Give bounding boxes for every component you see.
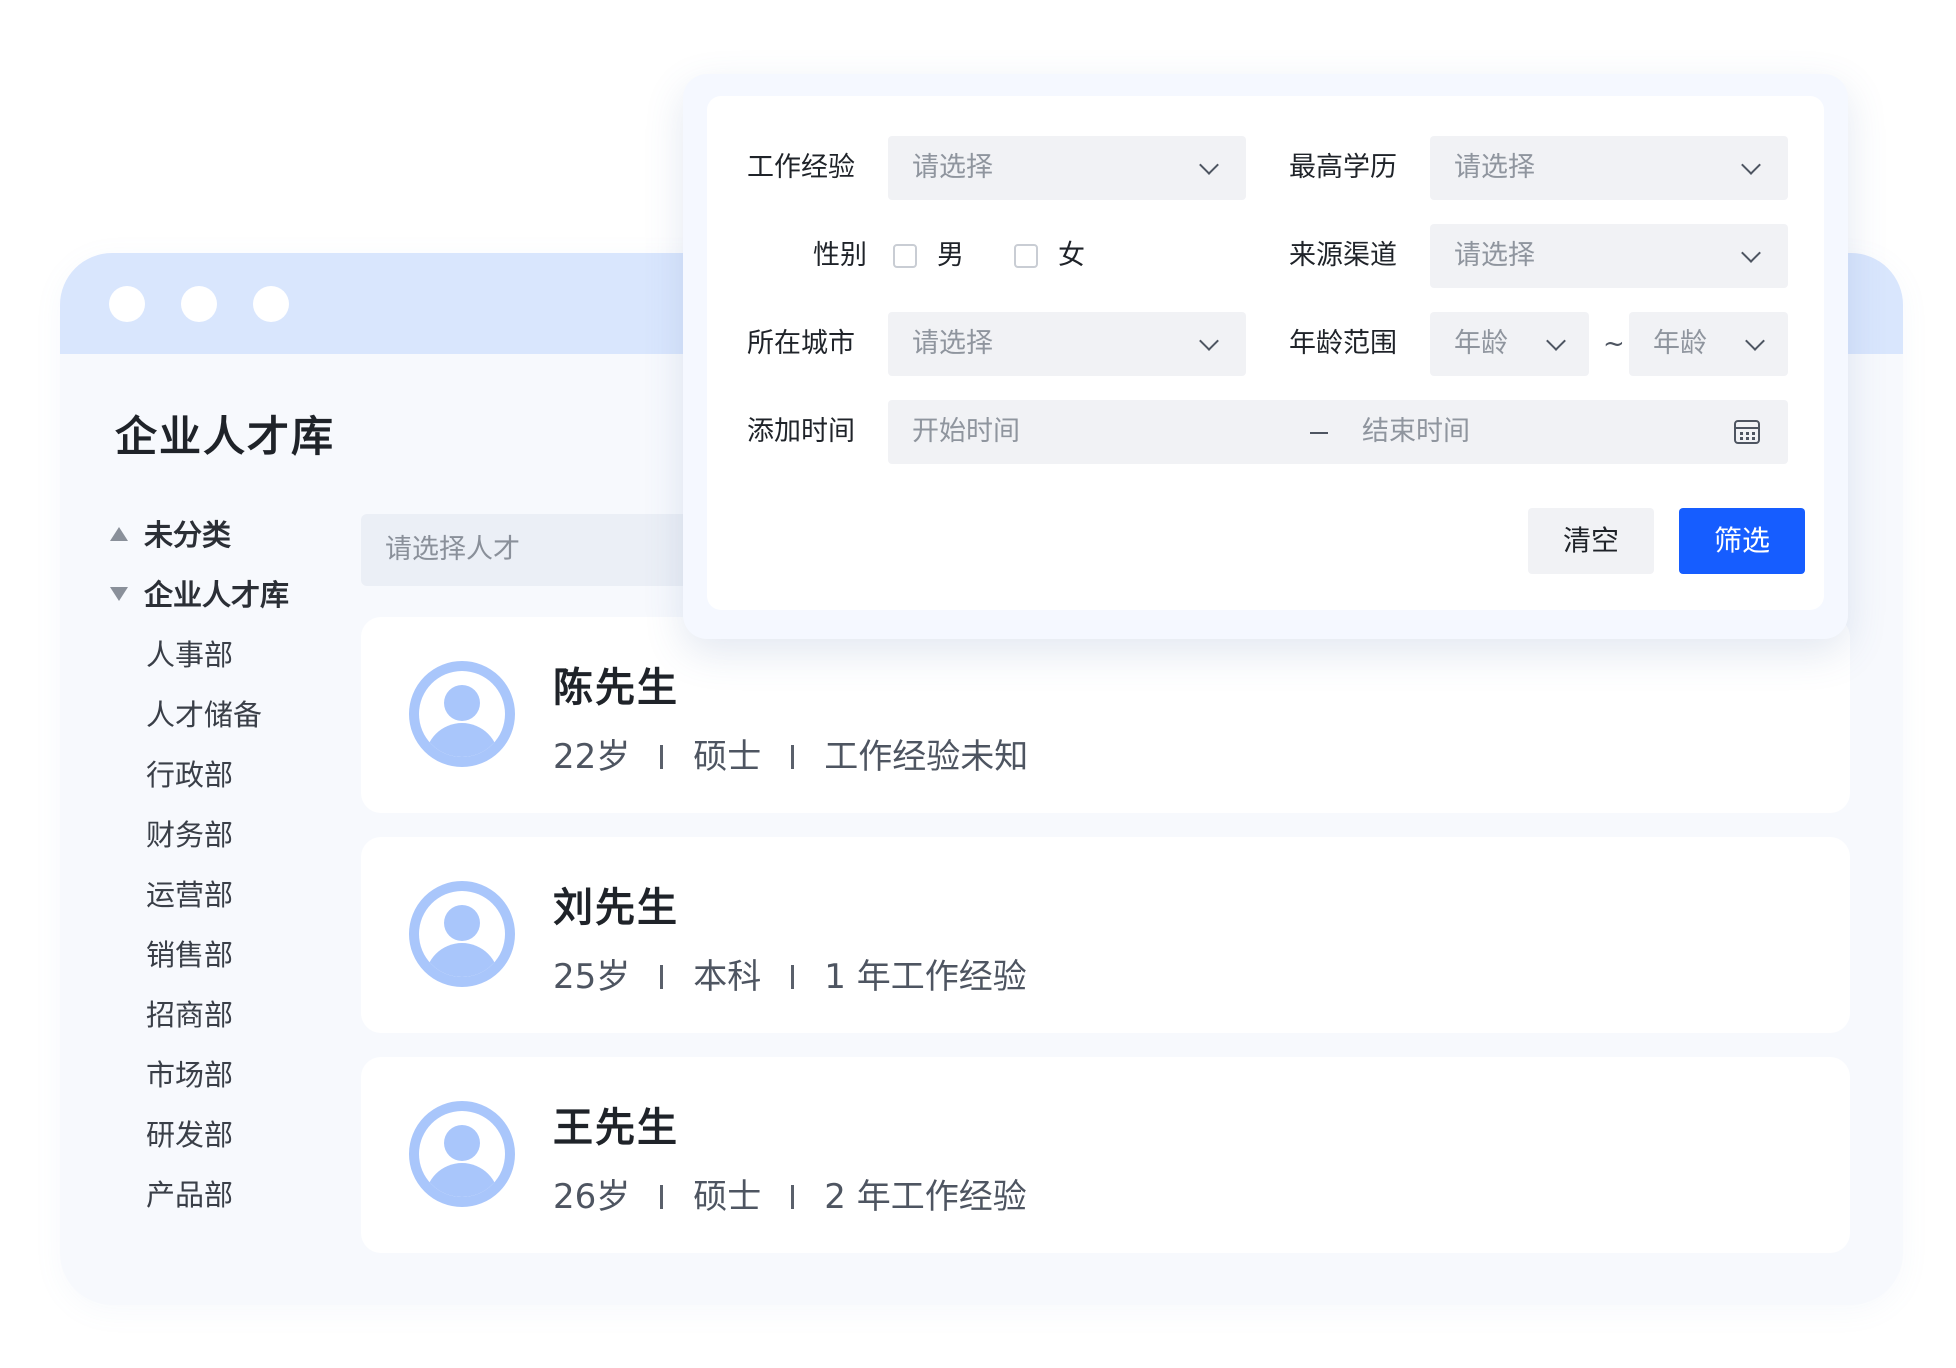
candidate-experience: 1 年工作经验 [824, 957, 1027, 997]
candidate-age: 25岁 [553, 957, 631, 997]
end-time-placeholder[interactable]: 结束时间 [1362, 400, 1470, 464]
work-experience-label: 工作经验 [747, 152, 855, 183]
city-placeholder: 请选择 [912, 328, 993, 359]
candidate-age: 26岁 [553, 1177, 631, 1217]
education-label: 最高学历 [1289, 152, 1397, 183]
add-time-label: 添加时间 [747, 416, 855, 447]
candidate-card[interactable]: 刘先生 25岁 本科 1 年工作经验 [361, 837, 1850, 1033]
meta-separator [660, 1184, 664, 1209]
calendar-icon[interactable] [1734, 420, 1760, 444]
age-max-placeholder: 年龄 [1653, 328, 1707, 359]
candidate-education: 硕士 [693, 1177, 762, 1217]
source-select[interactable]: 请选择 [1430, 224, 1788, 288]
age-range-separator: ~ [1603, 329, 1625, 359]
candidate-name: 陈先生 [553, 665, 679, 711]
sidebar-item-sales[interactable]: 销售部 [146, 933, 233, 977]
candidate-meta: 26岁 硕士 2 年工作经验 [553, 1169, 1027, 1218]
date-range-dash [1310, 432, 1328, 434]
candidate-card[interactable]: 王先生 26岁 硕士 2 年工作经验 [361, 1057, 1850, 1253]
age-range-label: 年龄范围 [1289, 328, 1397, 359]
gender-female-label[interactable]: 女 [1058, 224, 1085, 288]
gender-male-checkbox[interactable] [893, 244, 917, 268]
education-placeholder: 请选择 [1454, 152, 1535, 183]
filter-submit-button[interactable]: 筛选 [1679, 508, 1805, 574]
sidebar-group-talent-pool[interactable]: 企业人才库 [110, 573, 289, 617]
user-avatar-icon [409, 881, 515, 987]
sidebar-group-label: 企业人才库 [144, 578, 290, 612]
filter-popover: 工作经验 请选择 最高学历 请选择 性别 男 女 来源渠道 请选择 所在城市 请… [707, 96, 1824, 610]
meta-separator [791, 744, 795, 769]
sidebar-item-operations[interactable]: 运营部 [146, 873, 233, 917]
gender-male-label[interactable]: 男 [937, 224, 964, 288]
sidebar-item-rnd[interactable]: 研发部 [146, 1113, 233, 1157]
city-label: 所在城市 [747, 328, 855, 359]
user-avatar-icon [409, 1101, 515, 1207]
work-experience-select[interactable]: 请选择 [888, 136, 1246, 200]
page-title: 企业人才库 [115, 412, 336, 461]
sidebar-item-product[interactable]: 产品部 [146, 1173, 233, 1217]
meta-separator [791, 964, 795, 989]
sidebar-group-uncategorized[interactable]: 未分类 [110, 513, 231, 557]
start-time-placeholder[interactable]: 开始时间 [912, 416, 1020, 447]
candidate-name: 刘先生 [553, 885, 679, 931]
candidate-card[interactable]: 陈先生 22岁 硕士 工作经验未知 [361, 617, 1850, 813]
chevron-down-icon [1199, 155, 1219, 175]
source-placeholder: 请选择 [1454, 240, 1535, 271]
candidate-meta: 22岁 硕士 工作经验未知 [553, 729, 1028, 778]
meta-separator [791, 1184, 795, 1209]
sidebar-item-finance[interactable]: 财务部 [146, 813, 233, 857]
window-dot-2[interactable] [181, 286, 217, 322]
chevron-down-icon [1741, 243, 1761, 263]
source-label: 来源渠道 [1289, 240, 1397, 271]
window-dot-3[interactable] [253, 286, 289, 322]
sidebar-item-hr[interactable]: 人事部 [146, 633, 233, 677]
user-avatar-icon [409, 661, 515, 767]
chevron-down-icon [1741, 155, 1761, 175]
caret-down-icon [110, 587, 128, 601]
candidate-age: 22岁 [553, 737, 631, 777]
sidebar-item-admin[interactable]: 行政部 [146, 753, 233, 797]
gender-label: 性别 [813, 240, 867, 271]
gender-female-checkbox[interactable] [1014, 244, 1038, 268]
city-select[interactable]: 请选择 [888, 312, 1246, 376]
age-max-select[interactable]: 年龄 [1629, 312, 1788, 376]
chevron-down-icon [1745, 331, 1765, 351]
education-select[interactable]: 请选择 [1430, 136, 1788, 200]
age-min-select[interactable]: 年龄 [1430, 312, 1589, 376]
clear-button[interactable]: 清空 [1528, 508, 1654, 574]
meta-separator [660, 964, 664, 989]
candidate-education: 硕士 [693, 737, 762, 777]
sidebar-group-label: 未分类 [144, 518, 232, 552]
sidebar-item-marketing[interactable]: 市场部 [146, 1053, 233, 1097]
sidebar-item-investment[interactable]: 招商部 [146, 993, 233, 1037]
candidate-education: 本科 [693, 957, 762, 997]
add-time-range-picker[interactable]: 开始时间 结束时间 [888, 400, 1788, 464]
candidate-name: 王先生 [553, 1105, 679, 1151]
meta-separator [660, 744, 664, 769]
caret-up-icon [110, 527, 128, 541]
window-dot-1[interactable] [109, 286, 145, 322]
chevron-down-icon [1546, 331, 1566, 351]
sidebar-item-reserve[interactable]: 人才储备 [146, 693, 262, 737]
age-min-placeholder: 年龄 [1454, 328, 1508, 359]
candidate-meta: 25岁 本科 1 年工作经验 [553, 949, 1027, 998]
work-experience-placeholder: 请选择 [912, 152, 993, 183]
candidate-experience: 工作经验未知 [824, 737, 1029, 777]
chevron-down-icon [1199, 331, 1219, 351]
candidate-experience: 2 年工作经验 [824, 1177, 1027, 1217]
